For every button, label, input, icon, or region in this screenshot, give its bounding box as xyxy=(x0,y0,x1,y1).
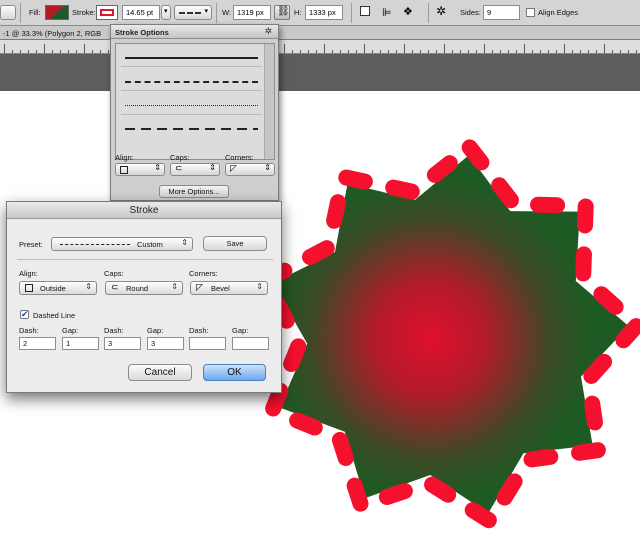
corners-popup[interactable]: ◸ Bevel ⇕ xyxy=(190,281,268,295)
dialog-title-bar[interactable]: Stroke xyxy=(7,202,281,219)
caps-label: Caps: xyxy=(104,269,124,278)
preset-label: Preset: xyxy=(19,240,43,249)
preset-popup[interactable]: Custom ⇕ xyxy=(51,237,193,251)
align-outside-icon xyxy=(25,284,33,292)
solid-line-icon xyxy=(125,57,258,59)
round-cap-icon: ⊂ xyxy=(175,163,183,173)
list-item-dashed[interactable] xyxy=(121,71,262,91)
gap-field-2[interactable]: 3 xyxy=(147,337,184,350)
dash-field-2[interactable]: 3 xyxy=(104,337,141,350)
corners-popup[interactable]: ◸ ⇕ xyxy=(225,163,275,176)
dotted-line-icon xyxy=(125,105,258,106)
dashed-line-checkbox[interactable]: ✔ xyxy=(20,310,29,319)
dash-field-1[interactable]: 2 xyxy=(19,337,56,350)
more-options-button[interactable]: More Options... xyxy=(159,185,229,198)
gap-field-3[interactable] xyxy=(232,337,269,350)
dashed-line-label: Dashed Line xyxy=(33,311,76,320)
stroke-dialog: Stroke Preset: Custom ⇕ Save Align: Caps… xyxy=(6,201,282,393)
ok-button[interactable]: OK xyxy=(203,364,266,381)
stroke-type-list[interactable] xyxy=(115,43,275,160)
dash-field-3[interactable] xyxy=(189,337,226,350)
cancel-button[interactable]: Cancel xyxy=(128,364,192,381)
caps-popup[interactable]: ⊂ Round ⇕ xyxy=(105,281,183,295)
round-cap-icon: ⊂ xyxy=(111,282,119,292)
gear-icon[interactable]: ✲ xyxy=(264,26,272,37)
preset-value: Custom xyxy=(137,240,163,249)
gap-label-1: Gap: xyxy=(62,326,79,335)
divider xyxy=(17,259,273,260)
align-popup[interactable]: Outside ⇕ xyxy=(19,281,97,295)
scrollbar[interactable] xyxy=(264,44,274,159)
dash-label-3: Dash: xyxy=(189,326,209,335)
chevron-down-icon: ⇕ xyxy=(264,163,271,172)
caps-value: Round xyxy=(126,284,149,293)
stroke-options-title: Stroke Options xyxy=(115,28,169,37)
corners-label: Corners: xyxy=(189,269,218,278)
list-item-custom-dash[interactable] xyxy=(121,119,262,139)
list-item-dotted[interactable] xyxy=(121,95,262,115)
list-item-solid[interactable] xyxy=(121,47,262,67)
align-label: Align: xyxy=(115,153,134,162)
corners-label: Corners: xyxy=(225,153,254,162)
dialog-title: Stroke xyxy=(129,205,159,216)
align-outside-icon xyxy=(120,166,128,174)
save-button[interactable]: Save xyxy=(203,236,267,251)
chevron-down-icon: ⇕ xyxy=(181,238,188,247)
gap-label-3: Gap: xyxy=(232,326,249,335)
dashed-line-icon xyxy=(125,81,258,83)
corners-value: Bevel xyxy=(211,284,230,293)
bevel-corner-icon: ◸ xyxy=(196,282,203,292)
chevron-down-icon: ⇕ xyxy=(256,282,263,291)
stroke-options-header: Stroke Options ✲ xyxy=(111,25,278,39)
chevron-down-icon: ⇕ xyxy=(154,163,161,172)
chevron-down-icon: ⇕ xyxy=(171,282,178,291)
align-value: Outside xyxy=(40,284,66,293)
bevel-corner-icon: ◸ xyxy=(230,163,237,173)
stroke-options-panel: Stroke Options ✲ Align: Caps: Corners: ⇕… xyxy=(110,24,279,201)
dash-label-1: Dash: xyxy=(19,326,39,335)
align-label: Align: xyxy=(19,269,38,278)
checkmark-icon: ✔ xyxy=(21,309,29,319)
dash-label-2: Dash: xyxy=(104,326,124,335)
dash-preview-icon xyxy=(60,244,130,245)
gap-label-2: Gap: xyxy=(147,326,164,335)
chevron-down-icon: ⇕ xyxy=(209,163,216,172)
caps-popup[interactable]: ⊂ ⇕ xyxy=(170,163,220,176)
chevron-down-icon: ⇕ xyxy=(85,282,92,291)
align-popup[interactable]: ⇕ xyxy=(115,163,165,176)
caps-label: Caps: xyxy=(170,153,190,162)
gap-field-1[interactable]: 1 xyxy=(62,337,99,350)
custom-dash-line-icon xyxy=(125,128,258,130)
